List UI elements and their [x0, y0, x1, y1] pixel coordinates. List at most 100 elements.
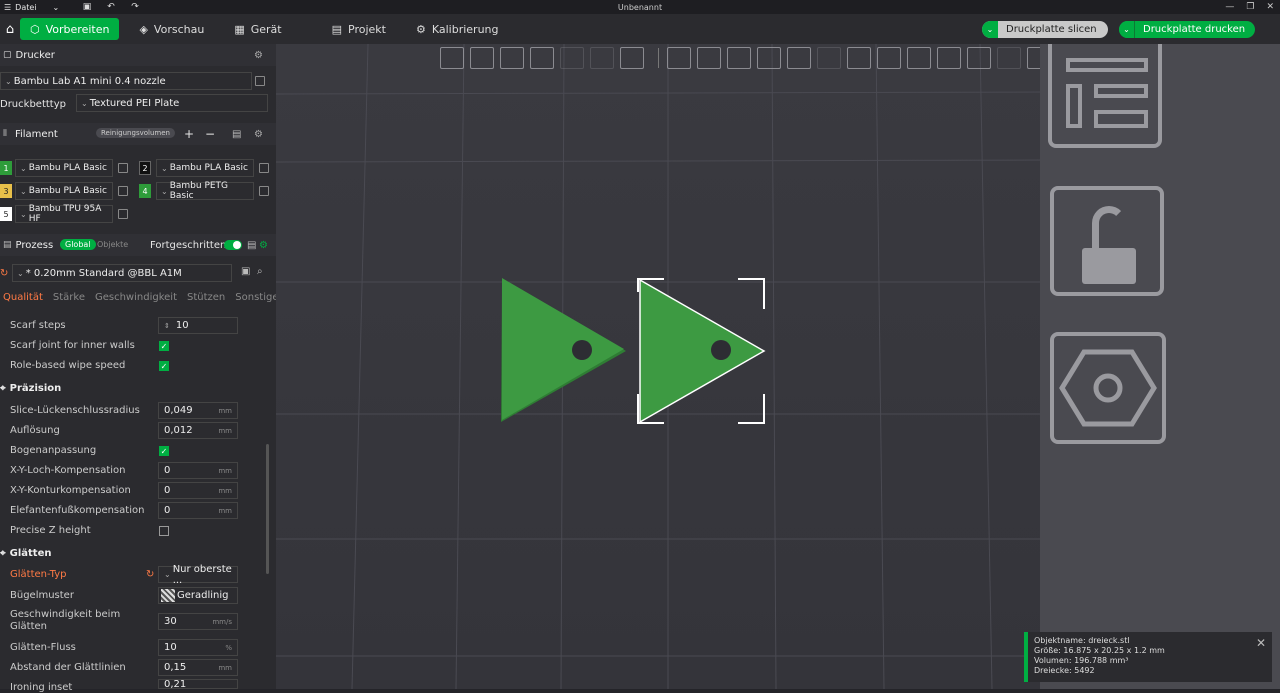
filament-select-2[interactable]: ⌄ Bambu PLA Basic	[156, 159, 254, 177]
close-icon[interactable]: ✕	[1266, 2, 1274, 12]
measure-icon[interactable]	[967, 47, 991, 69]
filament-select-1[interactable]: ⌄ Bambu PLA Basic	[15, 159, 113, 177]
role-wipe-checkbox[interactable]: ✓	[159, 361, 169, 371]
seam-paint-icon[interactable]	[877, 47, 901, 69]
arc-fitting-checkbox[interactable]: ✓	[159, 446, 169, 456]
chevron-down-icon[interactable]: ⌄	[982, 21, 998, 38]
close-icon[interactable]: ✕	[1256, 637, 1266, 649]
xy-hole-input[interactable]: 0 mm	[158, 462, 238, 479]
precise-z-label: Precise Z height	[10, 525, 91, 536]
restore-icon[interactable]: ❐	[1246, 2, 1254, 12]
assembly-icon[interactable]	[997, 47, 1021, 69]
ironing-flow-input[interactable]: 10%	[158, 639, 238, 656]
global-toggle[interactable]: Global	[60, 239, 96, 250]
unlock-icon[interactable]	[1050, 186, 1164, 296]
split-icon[interactable]	[560, 47, 584, 69]
minimize-icon[interactable]: —	[1225, 2, 1234, 12]
elephant-foot-input[interactable]: 0 mm	[158, 502, 238, 519]
arrange-plate-icon[interactable]	[1048, 44, 1162, 148]
lay-on-face-icon[interactable]	[757, 47, 781, 69]
ironing-type-label: Glätten-Typ	[10, 569, 67, 580]
edit-icon[interactable]	[118, 186, 128, 196]
grid-icon[interactable]	[470, 47, 494, 69]
ironing-spacing-input[interactable]: 0,15 mm	[158, 659, 238, 676]
save-icon[interactable]: ▣	[241, 266, 250, 277]
edit-icon[interactable]	[118, 163, 128, 173]
cube-icon: ⬡	[30, 22, 40, 36]
chevron-down-icon[interactable]: ⌄	[1119, 21, 1135, 38]
add-icon[interactable]: +	[184, 127, 194, 141]
resolution-input[interactable]: 0,012 mm	[158, 422, 238, 439]
cut-icon[interactable]	[787, 47, 811, 69]
move-icon[interactable]	[667, 47, 691, 69]
arrange-icon[interactable]	[530, 47, 554, 69]
edit-icon[interactable]	[259, 186, 269, 196]
filament-select-4[interactable]: ⌄ Bambu PETG Basic	[156, 181, 254, 201]
precise-z-checkbox[interactable]	[159, 526, 169, 536]
filament-slot-3[interactable]: 3	[0, 184, 12, 198]
plate-settings-icon[interactable]	[1050, 332, 1166, 444]
remove-icon[interactable]: −	[205, 127, 215, 141]
bed-type-select[interactable]: ⌄ Textured PEI Plate	[76, 94, 268, 112]
text-icon[interactable]	[907, 47, 931, 69]
rotate-icon[interactable]	[697, 47, 721, 69]
filament-select-3[interactable]: ⌄ Bambu PLA Basic	[15, 182, 113, 200]
print-plate-button[interactable]: ⌄ Druckplatte drucken	[1119, 21, 1255, 38]
ironing-type-select[interactable]: ⌄ Nur oberste ...	[158, 564, 238, 586]
boolean-icon[interactable]	[817, 47, 841, 69]
filament-slot-1[interactable]: 1	[0, 161, 12, 175]
filament-select-5[interactable]: ⌄ Bambu TPU 95A HF	[15, 204, 113, 224]
compare-icon[interactable]: ▤	[247, 240, 256, 251]
add-object-icon[interactable]	[440, 47, 464, 69]
layers-icon[interactable]	[620, 47, 644, 69]
ironing-speed-input[interactable]: 30 mm/s	[158, 613, 238, 630]
auto-orient-icon[interactable]	[500, 47, 524, 69]
scarf-inner-label: Scarf joint for inner walls	[10, 340, 135, 351]
tab-preview[interactable]: ◈ Vorschau	[129, 18, 214, 40]
process-profile-select[interactable]: ⌄ * 0.20mm Standard @BBL A1M	[12, 264, 232, 282]
filament-section-header: ⦀ Filament Reinigungsvolumen + − ▤ ⚙	[0, 123, 276, 145]
slice-plate-button[interactable]: ⌄ Druckplatte slicen	[982, 21, 1108, 38]
sync-icon[interactable]: ▤	[232, 129, 241, 140]
search-icon[interactable]: ⌕	[257, 266, 263, 277]
gear-icon[interactable]: ⚙	[254, 50, 263, 61]
ironing-inset-input[interactable]: 0,21	[158, 679, 238, 689]
home-icon[interactable]: ⌂	[0, 14, 20, 44]
settings-icon[interactable]: ⚙	[259, 240, 268, 251]
color-paint-icon[interactable]	[937, 47, 961, 69]
tab-calibration[interactable]: ⚙ Kalibrierung	[406, 18, 509, 40]
scarf-steps-input[interactable]: ⇕ 10	[158, 317, 238, 334]
filament-slot-2[interactable]: 2	[139, 161, 151, 175]
tool-bar	[440, 44, 1120, 72]
device-icon: ▦	[234, 22, 245, 36]
scarf-inner-checkbox[interactable]: ✓	[159, 341, 169, 351]
reset-icon[interactable]: ↻	[0, 268, 8, 279]
tab-strength[interactable]: Stärke	[53, 292, 85, 306]
scale-icon[interactable]	[727, 47, 751, 69]
objects-toggle[interactable]: Objekte	[97, 240, 128, 249]
tab-device[interactable]: ▦ Gerät	[224, 18, 291, 40]
xy-contour-input[interactable]: 0 mm	[158, 482, 238, 499]
reset-icon[interactable]: ↻	[146, 569, 154, 580]
tab-project[interactable]: ▤ Projekt	[322, 18, 396, 40]
edit-icon[interactable]	[255, 76, 265, 86]
tab-prepare[interactable]: ⬡ Vorbereiten	[20, 18, 120, 40]
advanced-switch[interactable]	[224, 240, 242, 250]
ironing-pattern-select[interactable]: Geradlinig	[158, 587, 238, 604]
edit-icon[interactable]	[118, 209, 128, 219]
tab-quality[interactable]: Qualität	[3, 292, 43, 306]
sidebar-scrollbar[interactable]	[266, 444, 269, 574]
tab-others[interactable]: Sonstige	[235, 292, 278, 306]
filament-slot-4[interactable]: 4	[139, 184, 151, 198]
gear-icon[interactable]: ⚙	[254, 129, 263, 140]
flush-volume-button[interactable]: Reinigungsvolumen	[96, 128, 175, 138]
filament-slot-5[interactable]: 5	[0, 207, 12, 221]
tab-speed[interactable]: Geschwindigkeit	[95, 292, 177, 306]
object-size: Größe: 16.875 x 20.25 x 1.2 mm	[1034, 646, 1165, 655]
printer-select[interactable]: ⌄ Bambu Lab A1 mini 0.4 nozzle	[0, 72, 252, 90]
support-paint-icon[interactable]	[847, 47, 871, 69]
edit-icon[interactable]	[259, 163, 269, 173]
tab-supports[interactable]: Stützen	[187, 292, 225, 306]
split-parts-icon[interactable]	[590, 47, 614, 69]
slice-gap-input[interactable]: 0,049 mm	[158, 402, 238, 419]
